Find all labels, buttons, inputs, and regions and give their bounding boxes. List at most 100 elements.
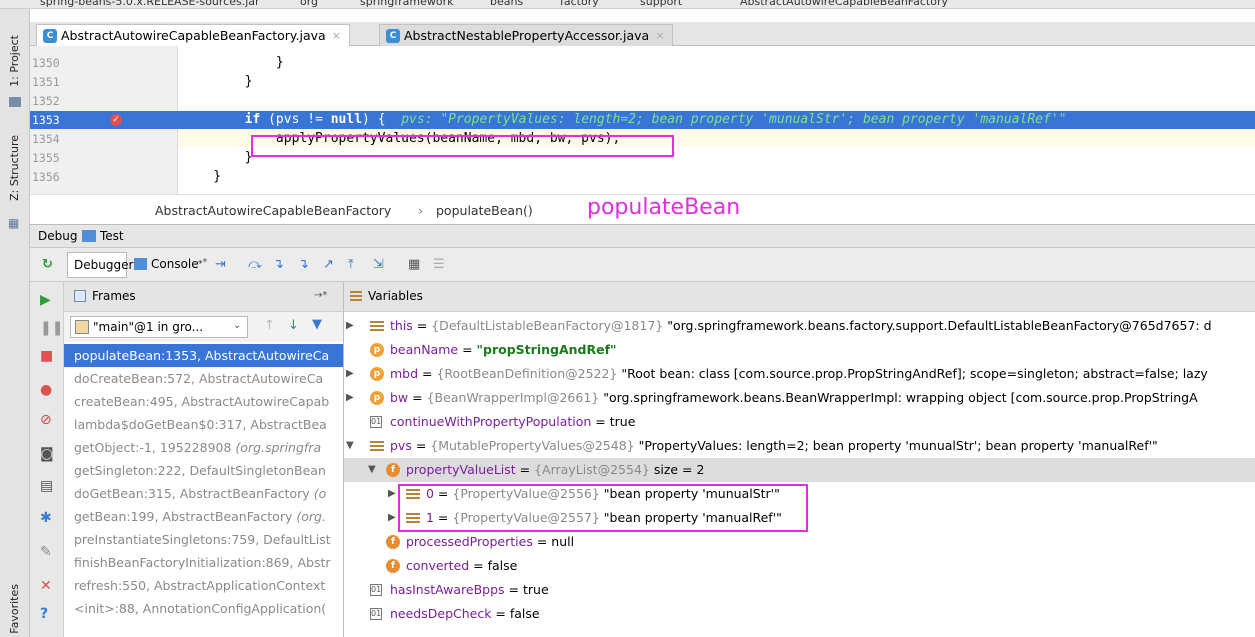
variable-row[interactable]: f converted = false — [344, 554, 1255, 578]
frame-item[interactable]: refresh:550, AbstractApplicationContext — [64, 574, 343, 597]
close-icon[interactable]: ✕ — [40, 578, 52, 594]
variable-row[interactable]: ▼ pvs = {MutablePropertyValues@2548} "Pr… — [344, 434, 1255, 458]
code-fragment: ) { — [362, 112, 386, 127]
help-icon[interactable]: ? — [40, 606, 48, 622]
run-to-cursor-icon[interactable]: ⇲ — [373, 258, 384, 272]
tab-abstract-autowire[interactable]: C AbstractAutowireCapableBeanFactory.jav… — [36, 24, 350, 46]
tab-debugger[interactable]: Debugger — [67, 252, 133, 278]
close-icon[interactable]: × — [332, 29, 341, 42]
frame-item[interactable]: doGetBean:315, AbstractBeanFactory (o — [64, 482, 343, 505]
structure-tool-button[interactable]: Z: Structure — [8, 135, 21, 201]
restore-layout-icon[interactable]: ▤ — [40, 478, 53, 494]
variable-row[interactable]: 01 needsDepCheck = false — [344, 602, 1255, 626]
editor-tab-bar: C AbstractAutowireCapableBeanFactory.jav… — [30, 22, 1255, 46]
frame-item[interactable]: getBean:199, AbstractBeanFactory (org. — [64, 505, 343, 528]
rerun-icon[interactable]: ↻ — [42, 258, 53, 272]
code-fragment: (pvs != — [260, 112, 331, 127]
variable-row[interactable]: p beanName = "propStringAndRef" — [344, 338, 1255, 362]
variable-row[interactable]: 01 continueWithPropertyPopulation = true — [344, 410, 1255, 434]
settings-icon[interactable]: ✱ — [40, 510, 52, 526]
debug-title: Debug — [38, 229, 78, 243]
tab-console-suffix: →* — [194, 257, 208, 268]
stop-icon[interactable]: ■ — [40, 348, 53, 364]
frame-item[interactable]: doCreateBean:572, AbstractAutowireCa — [64, 367, 343, 390]
frame-item[interactable]: preInstantiateSingletons:759, DefaultLis… — [64, 528, 343, 551]
nav-crumb-springframework[interactable]: springframework — [360, 0, 453, 8]
expand-arrow-icon[interactable]: ▶ — [346, 362, 354, 386]
code-editor[interactable]: 1350 1351 1352 1353 ✓ 1354 1355 1356 } }… — [30, 46, 1255, 194]
nav-crumb-org[interactable]: org — [300, 0, 318, 8]
step-over-icon[interactable]: ⤼ — [248, 258, 262, 272]
evaluate-expression-icon[interactable]: ▦ — [408, 258, 420, 272]
frame-item[interactable]: createBean:495, AbstractAutowireCapab — [64, 390, 343, 413]
boolean-icon: 01 — [370, 416, 382, 428]
show-execution-point-icon[interactable]: ⇥ — [215, 258, 226, 272]
editor-gutter[interactable]: 1350 1351 1352 1353 ✓ 1354 1355 1356 — [30, 46, 178, 194]
mute-breakpoints-icon[interactable]: ⊘ — [40, 412, 52, 428]
breakpoint-icon[interactable]: ✓ — [110, 114, 122, 126]
nav-crumb-support[interactable]: support — [640, 0, 682, 8]
nav-crumb-jar[interactable]: spring-beans-5.0.x.RELEASE-sources.jar — [40, 0, 260, 8]
tab-console-label[interactable]: Console — [151, 257, 199, 271]
collapse-arrow-icon[interactable]: ▼ — [346, 434, 354, 458]
variable-row[interactable]: f processedProperties = null — [344, 530, 1255, 554]
variable-row-selected[interactable]: ▼ f propertyValueList = {ArrayList@2554}… — [344, 458, 1255, 482]
step-into-icon[interactable]: ↴ — [273, 258, 284, 272]
chevron-down-icon: ⌄ — [233, 320, 242, 331]
collapse-arrow-icon[interactable]: ▼ — [368, 458, 376, 482]
variable-row[interactable]: ▶ p bw = {BeanWrapperImpl@2661} "org.spr… — [344, 386, 1255, 410]
project-tool-button[interactable]: 1: Project — [8, 35, 21, 87]
parameter-icon: p — [370, 367, 384, 381]
get-thread-dump-icon[interactable]: ◙ — [40, 446, 54, 462]
object-icon — [370, 441, 384, 451]
pause-icon[interactable]: ❚❚ — [40, 320, 63, 336]
expand-arrow-icon[interactable]: ▶ — [346, 314, 354, 338]
frame-item[interactable]: finishBeanFactoryInitialization:869, Abs… — [64, 551, 343, 574]
keyword-if: if — [244, 112, 261, 127]
view-breakpoints-icon[interactable]: ● — [40, 382, 52, 398]
line-number: 1350 — [32, 56, 60, 70]
variable-row[interactable]: ▶ this = {DefaultListableBeanFactory@181… — [344, 314, 1255, 338]
favorites-tool-button[interactable]: Favorites — [8, 584, 21, 634]
parameter-icon: p — [370, 391, 384, 405]
frames-list[interactable]: populateBean:1353, AbstractAutowireCa do… — [64, 342, 344, 637]
parameter-icon: p — [370, 343, 384, 357]
variable-row[interactable]: 01 hasInstAwareBpps = true — [344, 578, 1255, 602]
arrow-up-icon[interactable]: ↑ — [264, 318, 275, 333]
expand-arrow-icon[interactable]: ▶ — [346, 386, 354, 410]
expand-arrow-icon[interactable]: ▶ — [388, 506, 396, 530]
thread-dropdown[interactable]: "main"@1 in gro... ⌄ — [70, 316, 248, 338]
frames-pin[interactable]: →* — [314, 290, 327, 301]
arrow-down-icon[interactable]: ↓ — [288, 318, 299, 333]
thread-icon — [75, 320, 89, 334]
frame-item[interactable]: <init>:88, AnnotationConfigApplication( — [64, 597, 343, 620]
frame-item[interactable]: populateBean:1353, AbstractAutowireCa — [64, 344, 343, 367]
nav-crumb-class[interactable]: AbstractAutowireCapableBeanFactory — [740, 0, 948, 8]
tab-abstract-nestable[interactable]: C AbstractNestablePropertyAccessor.java … — [379, 24, 674, 46]
resume-icon[interactable]: ▶ — [40, 292, 51, 308]
step-out-icon[interactable]: ↗ — [323, 258, 334, 272]
variables-tree[interactable]: ▶ this = {DefaultListableBeanFactory@181… — [344, 312, 1255, 637]
variable-row[interactable]: ▶ p mbd = {RootBeanDefinition@2522} "Roo… — [344, 362, 1255, 386]
tab-label: AbstractNestablePropertyAccessor.java — [404, 28, 650, 43]
frame-item[interactable]: getSingleton:222, DefaultSingletonBean — [64, 459, 343, 482]
breadcrumb-method[interactable]: populateBean() — [436, 203, 533, 218]
expand-arrow-icon[interactable]: ▶ — [388, 482, 396, 506]
nav-crumb-beans[interactable]: beans — [490, 0, 523, 8]
frame-item[interactable]: getObject:-1, 195228908 (org.springfra — [64, 436, 343, 459]
pin-icon[interactable]: ✎ — [40, 544, 52, 560]
close-icon[interactable]: × — [655, 29, 664, 42]
breadcrumb-class[interactable]: AbstractAutowireCapableBeanFactory — [155, 203, 391, 218]
drop-frame-icon[interactable]: ⤒ — [348, 258, 354, 272]
debug-config-name[interactable]: Test — [100, 229, 124, 243]
trace-icon[interactable]: ☰ — [433, 258, 445, 272]
code-line-current: if (pvs != null) { pvs: "PropertyValues:… — [178, 111, 1255, 129]
hierarchy-icon[interactable]: ▦ — [8, 216, 22, 230]
c-class-icon: C — [386, 28, 400, 43]
frame-item[interactable]: lambda$doGetBean$0:317, AbstractBea — [64, 413, 343, 436]
filter-icon[interactable]: ▼ — [312, 317, 322, 332]
force-step-into-icon[interactable]: ↴ — [298, 258, 309, 272]
nav-crumb-factory[interactable]: factory — [560, 0, 599, 8]
field-icon: f — [386, 535, 400, 549]
